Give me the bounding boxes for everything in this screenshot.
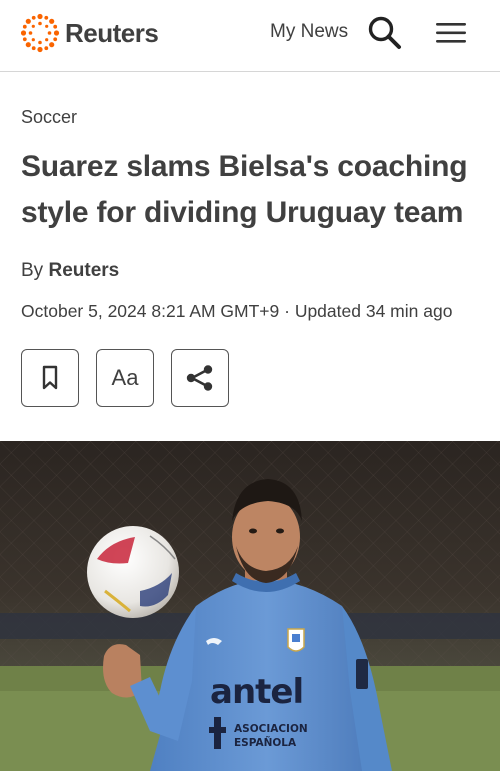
bookmark-button[interactable]: [21, 349, 79, 407]
reuters-logo[interactable]: Reuters: [20, 12, 159, 54]
byline: By Reuters: [21, 260, 119, 282]
byline-prefix: By: [21, 260, 44, 281]
brand-name: Reuters: [65, 17, 159, 48]
byline-author[interactable]: Reuters: [48, 260, 119, 281]
font-size-label: Aa: [111, 365, 139, 390]
section-label[interactable]: Soccer: [21, 107, 77, 128]
shirt-sponsor: antel: [210, 672, 303, 712]
soccer-ball: [87, 526, 179, 618]
dateline: October 5, 2024 8:21 AM GMT+9 · Updated …: [21, 301, 453, 321]
my-news-link[interactable]: My News: [270, 21, 348, 43]
hamburger-menu-icon[interactable]: [434, 18, 468, 48]
bookmark-icon: [42, 365, 58, 390]
share-button[interactable]: [171, 349, 229, 407]
reuters-logo-icon: [20, 13, 60, 53]
share-icon: [186, 365, 213, 391]
site-header: Reuters My News: [0, 0, 500, 72]
shirt-text-line1: ASOCIACION: [234, 723, 308, 735]
shirt-text-line2: ESPAÑOLA: [234, 736, 297, 749]
article-photo-image: antel ASOCIACION ESPAÑOLA: [0, 441, 500, 771]
article-photo[interactable]: antel ASOCIACION ESPAÑOLA: [0, 441, 500, 771]
search-icon[interactable]: [366, 14, 404, 52]
font-size-button[interactable]: Aa: [96, 349, 154, 407]
article-headline: Suarez slams Bielsa's coaching style for…: [21, 150, 468, 229]
